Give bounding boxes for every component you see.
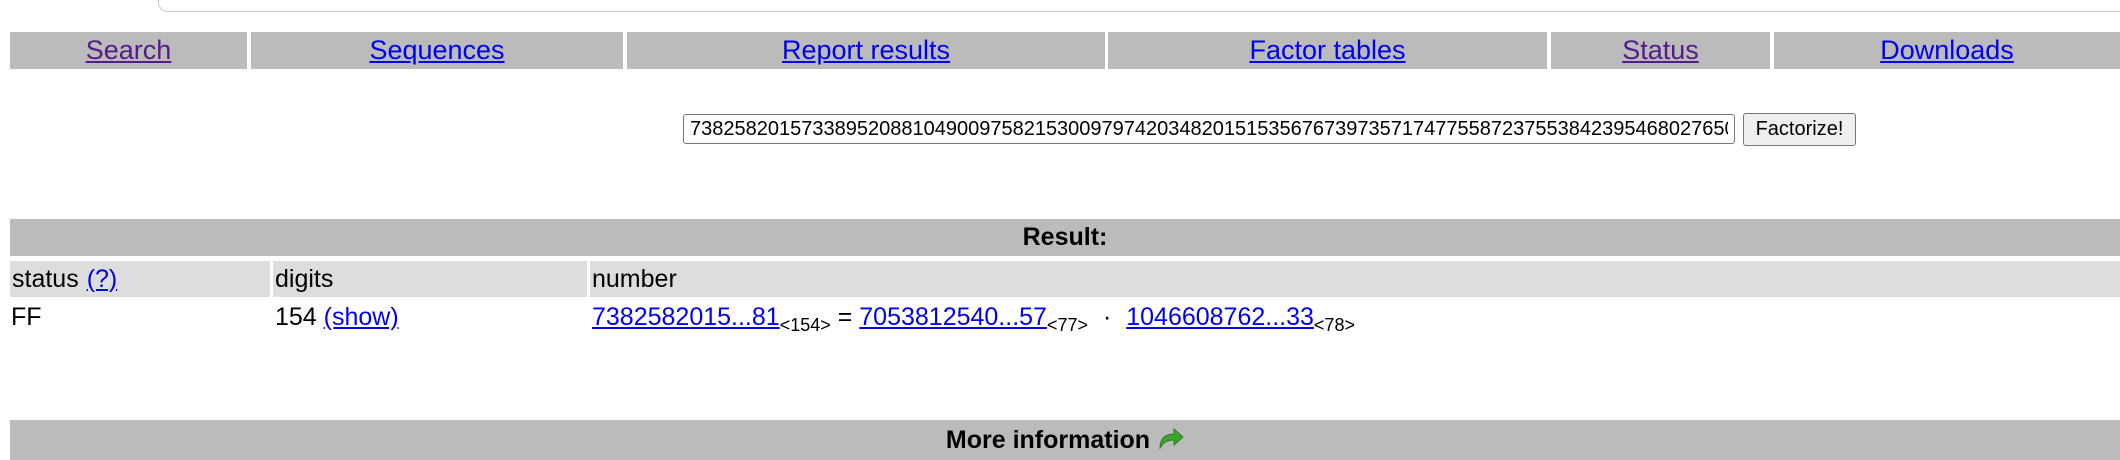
digits-value: 154 bbox=[275, 303, 317, 331]
factor-1-link[interactable]: 7053812540...57 bbox=[859, 303, 1047, 331]
nav-link-sequences[interactable]: Sequences bbox=[369, 35, 504, 66]
green-curved-arrow-icon[interactable] bbox=[1156, 427, 1184, 452]
column-header-status: status (?) bbox=[10, 261, 270, 297]
more-information-header[interactable]: More information bbox=[10, 420, 2120, 460]
factorize-form: Factorize! bbox=[0, 112, 2120, 148]
status-help-link[interactable]: (?) bbox=[87, 265, 118, 294]
number-digit-count: <154> bbox=[779, 315, 831, 335]
factor-2-link[interactable]: 1046608762...33 bbox=[1126, 303, 1314, 331]
digits-cell: 154 (show) bbox=[275, 303, 399, 343]
nav-cell-sequences: Sequences bbox=[251, 32, 623, 69]
nav-cell-search: Search bbox=[10, 32, 247, 69]
factor-2-digit-count: <78> bbox=[1313, 315, 1355, 335]
number-input[interactable] bbox=[683, 114, 1735, 144]
nav-cell-status: Status bbox=[1551, 32, 1770, 69]
column-status-label: status bbox=[12, 264, 79, 293]
nav-bar: Search Sequences Report results Factor t… bbox=[0, 32, 2120, 69]
nav-cell-factor-tables: Factor tables bbox=[1108, 32, 1547, 69]
equals-sign: = bbox=[837, 303, 853, 331]
nav-link-report-results[interactable]: Report results bbox=[782, 35, 950, 66]
nav-link-downloads[interactable]: Downloads bbox=[1880, 35, 2014, 66]
nav-link-factor-tables[interactable]: Factor tables bbox=[1249, 35, 1405, 66]
column-header-number: number bbox=[590, 261, 2120, 297]
result-header: Result: bbox=[10, 219, 2120, 256]
column-digits-label: digits bbox=[275, 264, 334, 293]
status-value: FF bbox=[11, 303, 42, 331]
column-header-digits: digits bbox=[273, 261, 587, 297]
nav-link-search[interactable]: Search bbox=[86, 35, 172, 66]
browser-top-edge bbox=[0, 0, 2120, 14]
number-link[interactable]: 7382582015...81 bbox=[592, 303, 780, 331]
factorize-button[interactable]: Factorize! bbox=[1743, 113, 1856, 146]
browser-tab-edge bbox=[158, 0, 2120, 12]
status-cell: FF bbox=[11, 303, 42, 343]
multiply-dot: · bbox=[1102, 303, 1112, 331]
nav-cell-report-results: Report results bbox=[627, 32, 1105, 69]
nav-link-status[interactable]: Status bbox=[1622, 35, 1699, 66]
factor-1-digit-count: <77> bbox=[1046, 315, 1088, 335]
number-cell: 7382582015...81<154> = 7053812540...57<7… bbox=[592, 303, 1355, 343]
more-information-label: More information bbox=[945, 425, 1151, 454]
column-number-label: number bbox=[592, 264, 677, 293]
show-digits-link[interactable]: (show) bbox=[324, 303, 399, 331]
nav-cell-downloads: Downloads bbox=[1774, 32, 2120, 69]
